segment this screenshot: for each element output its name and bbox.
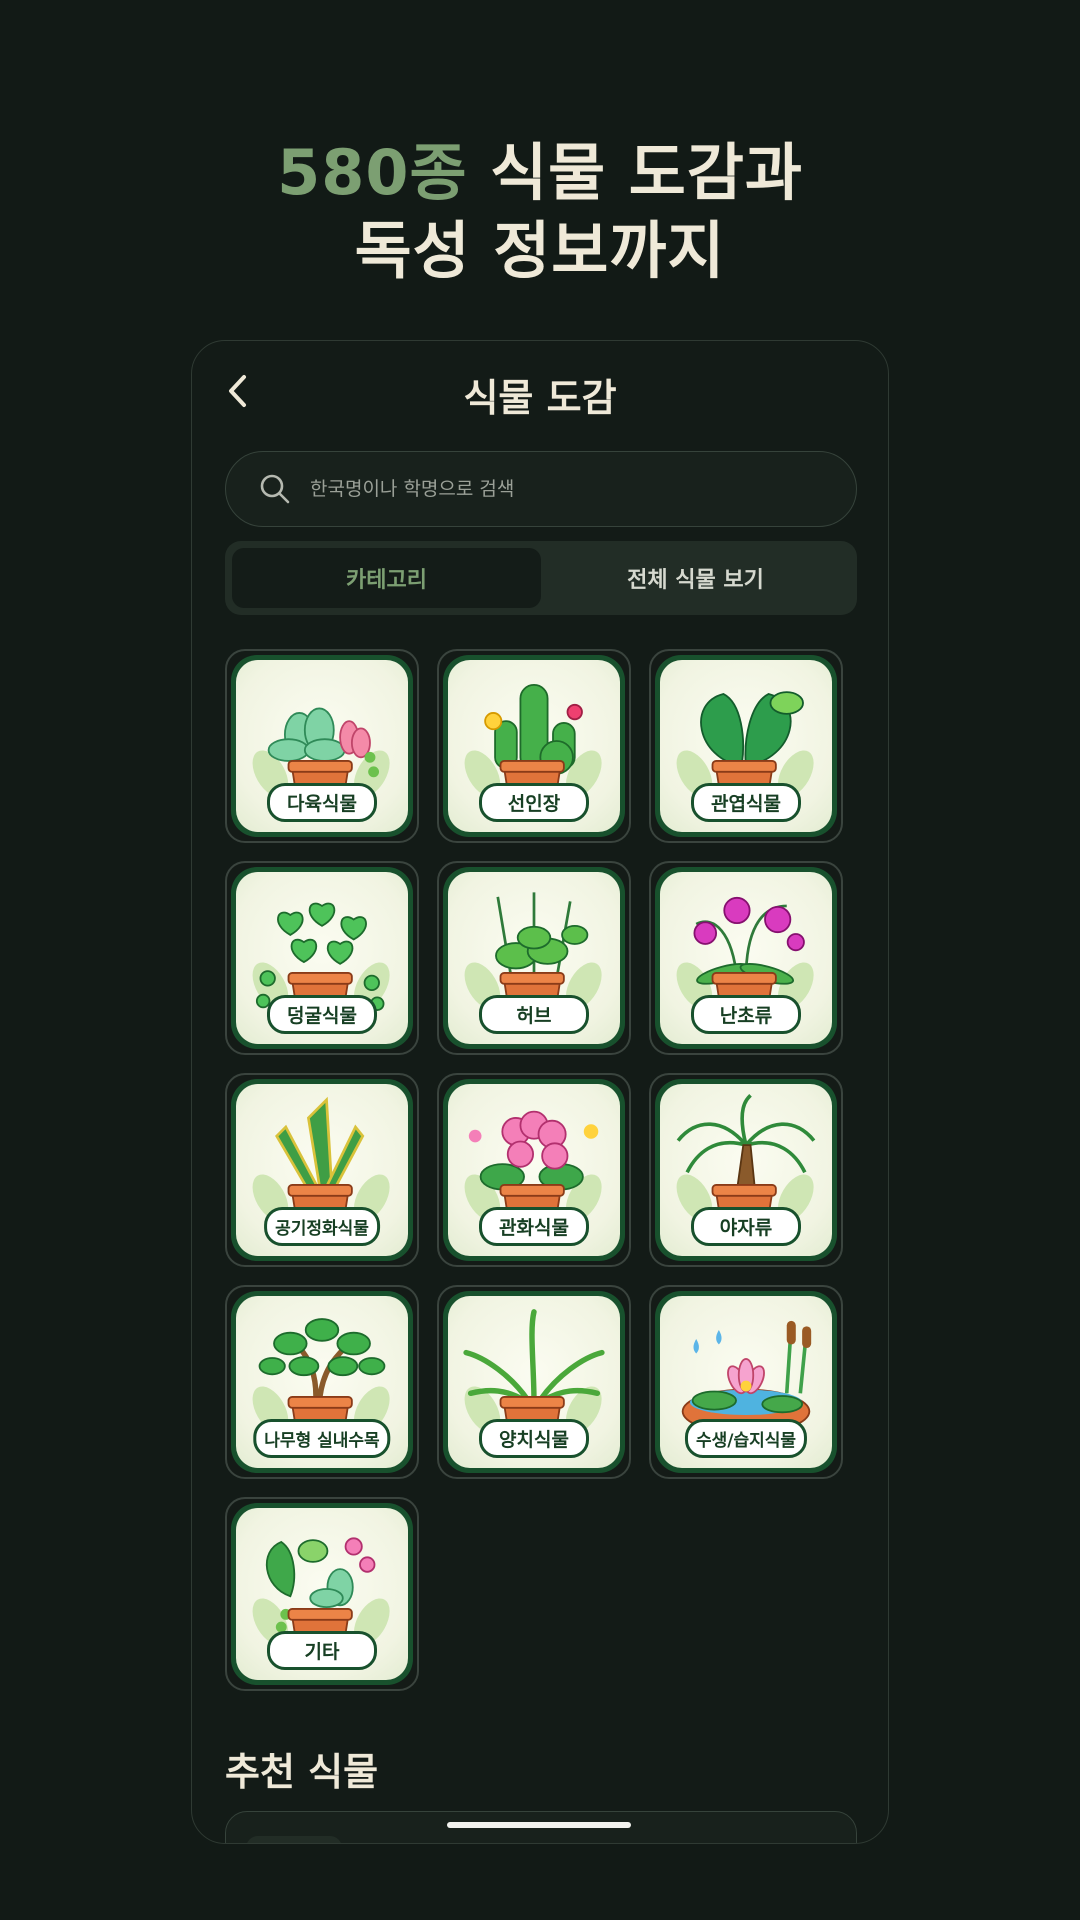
headline-accent: 580종 xyxy=(277,136,468,209)
category-card-frame: 공기정화식물 xyxy=(231,1079,413,1261)
category-card[interactable]: 덩굴식물 xyxy=(225,861,419,1055)
category-illustration: 관화식물 xyxy=(448,1084,620,1256)
category-label: 다육식물 xyxy=(267,783,377,822)
category-card[interactable]: 공기정화식물 xyxy=(225,1073,419,1267)
category-label: 허브 xyxy=(479,995,589,1034)
category-label: 덩굴식물 xyxy=(267,995,377,1034)
category-card[interactable]: 관화식물 xyxy=(437,1073,631,1267)
category-illustration: 야자류 xyxy=(660,1084,832,1256)
category-label: 선인장 xyxy=(479,783,589,822)
tab-all-plants[interactable]: 전체 식물 보기 xyxy=(541,548,850,608)
category-grid: 다육식물 선인장 관엽식물덩굴식물 허브 난초류공기정화식물 관화식물 야자류나무형 실내수… xyxy=(225,649,845,1691)
category-card[interactable]: 관엽식물 xyxy=(649,649,843,843)
category-label: 난초류 xyxy=(691,995,801,1034)
tab-category[interactable]: 카테고리 xyxy=(232,548,541,608)
category-card-frame: 덩굴식물 xyxy=(231,867,413,1049)
category-illustration: 나무형 실내수목 xyxy=(236,1296,408,1468)
category-illustration: 허브 xyxy=(448,872,620,1044)
category-card-frame: 기타 xyxy=(231,1503,413,1685)
category-illustration: 수생/습지식물 xyxy=(660,1296,832,1468)
home-indicator[interactable] xyxy=(447,1822,631,1828)
category-illustration: 다육식물 xyxy=(236,660,408,832)
category-label: 수생/습지식물 xyxy=(684,1419,808,1458)
screen-title: 식물 도감 xyxy=(463,376,617,420)
category-card-frame: 나무형 실내수목 xyxy=(231,1291,413,1473)
top-bar: 식물 도감 xyxy=(192,341,888,441)
headline-line-2: 독성 정보까지 xyxy=(354,214,726,287)
category-card[interactable]: 야자류 xyxy=(649,1073,843,1267)
category-illustration: 난초류 xyxy=(660,872,832,1044)
category-label: 야자류 xyxy=(691,1207,801,1246)
promo-headline: 580종 식물 도감과 독성 정보까지 xyxy=(0,134,1080,290)
category-card[interactable]: 선인장 xyxy=(437,649,631,843)
category-label: 관화식물 xyxy=(479,1207,589,1246)
phone-screen: 식물 도감 카테고리 전체 식물 보기 다육식물 선인장 관엽식물덩굴식물 허브 난초류… xyxy=(191,340,889,1844)
category-card-frame: 난초류 xyxy=(655,867,837,1049)
view-toggle: 카테고리 전체 식물 보기 xyxy=(225,541,857,615)
headline-rest: 식물 도감과 xyxy=(467,136,803,209)
headline-line-1: 580종 식물 도감과 xyxy=(0,134,1080,212)
category-card-frame: 관엽식물 xyxy=(655,655,837,837)
category-label: 기타 xyxy=(267,1631,377,1670)
category-card-frame: 다육식물 xyxy=(231,655,413,837)
category-card-frame: 허브 xyxy=(443,867,625,1049)
category-card[interactable]: 기타 xyxy=(225,1497,419,1691)
category-card[interactable]: 수생/습지식물 xyxy=(649,1285,843,1479)
category-illustration: 관엽식물 xyxy=(660,660,832,832)
category-illustration: 선인장 xyxy=(448,660,620,832)
search-bar[interactable] xyxy=(225,451,857,527)
category-card[interactable]: 나무형 실내수목 xyxy=(225,1285,419,1479)
category-card-frame: 선인장 xyxy=(443,655,625,837)
category-card-frame: 양치식물 xyxy=(443,1291,625,1473)
category-card[interactable]: 양치식물 xyxy=(437,1285,631,1479)
recommended-thumbnail xyxy=(246,1836,342,1843)
category-card[interactable]: 난초류 xyxy=(649,861,843,1055)
category-illustration: 공기정화식물 xyxy=(236,1084,408,1256)
category-label: 양치식물 xyxy=(479,1419,589,1458)
category-card-frame: 관화식물 xyxy=(443,1079,625,1261)
category-illustration: 양치식물 xyxy=(448,1296,620,1468)
category-card-frame: 야자류 xyxy=(655,1079,837,1261)
search-icon xyxy=(260,474,290,504)
search-input[interactable] xyxy=(310,452,856,526)
category-card[interactable]: 허브 xyxy=(437,861,631,1055)
category-label: 공기정화식물 xyxy=(264,1207,380,1246)
recommended-title: 추천 식물 xyxy=(225,1750,379,1794)
category-label: 관엽식물 xyxy=(691,783,801,822)
category-card-frame: 수생/습지식물 xyxy=(655,1291,837,1473)
category-illustration: 덩굴식물 xyxy=(236,872,408,1044)
category-card[interactable]: 다육식물 xyxy=(225,649,419,843)
category-illustration: 기타 xyxy=(236,1508,408,1680)
category-label: 나무형 실내수목 xyxy=(253,1419,391,1458)
